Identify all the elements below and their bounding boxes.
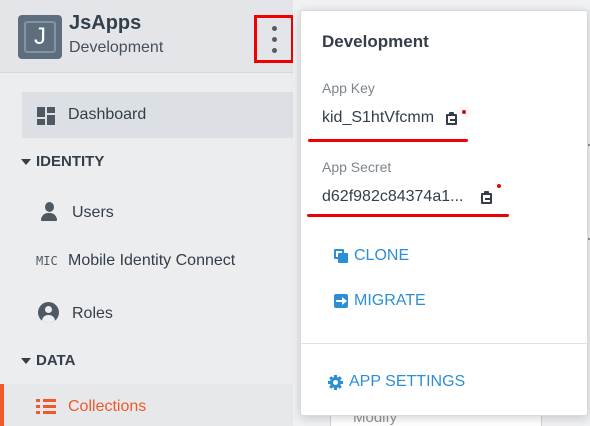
gear-icon bbox=[328, 374, 343, 390]
app-secret-value: d62f982c84374a1... bbox=[322, 188, 464, 205]
mic-icon: MIC bbox=[36, 254, 58, 268]
annotation-underline bbox=[308, 139, 468, 142]
clone-label: CLONE bbox=[354, 247, 410, 264]
divider bbox=[301, 343, 587, 344]
app-name: JsApps bbox=[69, 12, 142, 34]
app-settings-label: APP SETTINGS bbox=[349, 373, 466, 390]
app-menu-kebab-button[interactable] bbox=[254, 15, 294, 63]
migrate-button[interactable]: MIGRATE bbox=[334, 289, 426, 313]
list-icon bbox=[36, 399, 56, 415]
app-header: J JsApps Development bbox=[0, 0, 294, 72]
sidebar: J JsApps Development Dashboard IDENTITY … bbox=[0, 0, 294, 426]
divider bbox=[0, 72, 293, 73]
dashboard-icon bbox=[37, 107, 55, 125]
migrate-icon bbox=[334, 294, 348, 308]
sidebar-item-label: Collections bbox=[68, 398, 147, 415]
app-key-value: kid_S1htVfcmm bbox=[322, 109, 435, 126]
section-title: DATA bbox=[36, 352, 76, 369]
migrate-label: MIGRATE bbox=[354, 292, 426, 309]
sidebar-item-label: Roles bbox=[72, 305, 113, 322]
sidebar-item-dashboard[interactable]: Dashboard bbox=[22, 92, 293, 138]
app-secret-label: App Secret bbox=[322, 159, 392, 175]
clone-icon bbox=[334, 249, 348, 263]
app-environment: Development bbox=[69, 39, 164, 56]
app-avatar[interactable]: J bbox=[18, 15, 62, 59]
kebab-dot bbox=[271, 36, 277, 42]
roles-icon bbox=[38, 302, 59, 323]
caret-down-icon bbox=[21, 358, 31, 364]
user-icon bbox=[41, 202, 57, 222]
section-header-identity[interactable]: IDENTITY bbox=[0, 150, 293, 178]
active-indicator bbox=[0, 384, 4, 426]
section-header-data[interactable]: DATA bbox=[0, 349, 293, 377]
kebab-dot bbox=[271, 25, 277, 31]
sidebar-item-mobile-identity-connect[interactable]: MIC Mobile Identity Connect bbox=[0, 238, 293, 284]
sidebar-item-label: Dashboard bbox=[68, 106, 147, 123]
sidebar-item-roles[interactable]: Roles bbox=[0, 290, 293, 336]
caret-down-icon bbox=[21, 159, 31, 165]
section-title: IDENTITY bbox=[36, 153, 105, 170]
app-settings-button[interactable]: APP SETTINGS bbox=[328, 370, 465, 394]
annotation-dot bbox=[462, 110, 466, 114]
avatar-letter: J bbox=[34, 23, 46, 50]
copy-app-secret-icon[interactable] bbox=[481, 191, 492, 204]
copy-app-key-icon[interactable] bbox=[446, 112, 457, 125]
environment-popover: Development App Key kid_S1htVfcmm App Se… bbox=[300, 10, 588, 416]
popover-title: Development bbox=[322, 32, 429, 51]
sidebar-item-label: Users bbox=[72, 204, 114, 221]
sidebar-item-label: Mobile Identity Connect bbox=[68, 252, 236, 269]
kebab-dot bbox=[271, 47, 277, 53]
annotation-dot bbox=[497, 184, 501, 188]
app-key-label: App Key bbox=[322, 80, 375, 96]
sidebar-item-collections[interactable]: Collections bbox=[0, 384, 293, 426]
clone-button[interactable]: CLONE bbox=[334, 244, 409, 268]
sidebar-item-users[interactable]: Users bbox=[0, 190, 293, 236]
annotation-underline bbox=[307, 214, 509, 217]
